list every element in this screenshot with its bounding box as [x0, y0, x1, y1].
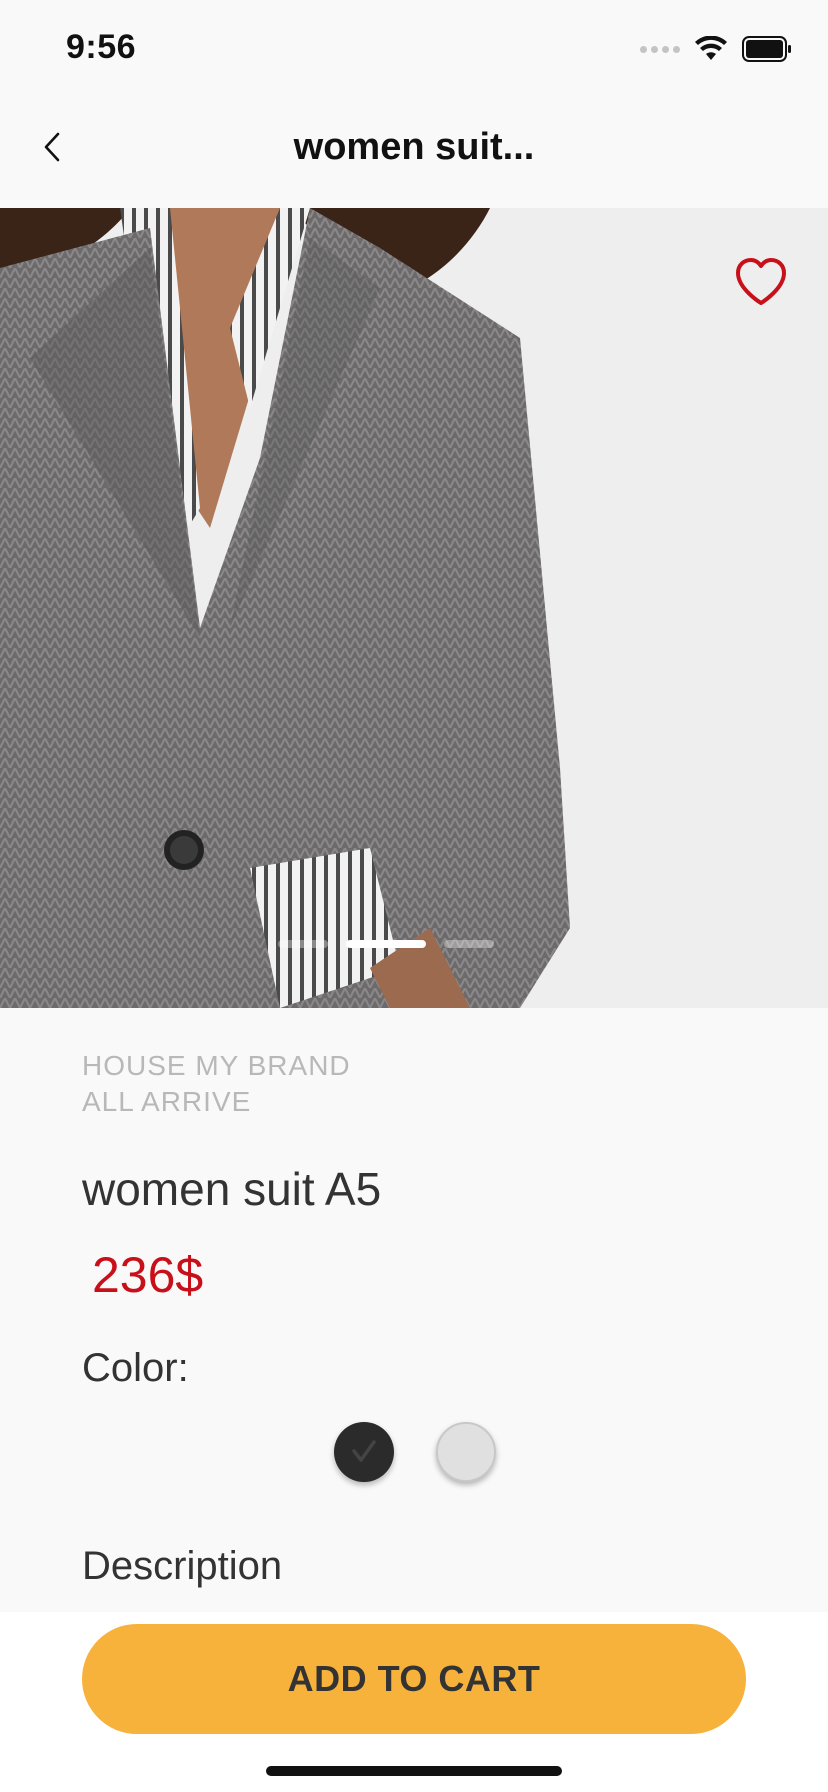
status-icons [640, 34, 792, 64]
home-indicator [266, 1766, 562, 1776]
color-swatch-light[interactable] [436, 1422, 496, 1482]
color-label: Color: [82, 1346, 189, 1390]
description-heading: Description [82, 1544, 283, 1588]
product-image-carousel[interactable] [0, 208, 828, 1008]
status-time: 9:56 [66, 28, 137, 66]
product-price: 236$ [92, 1247, 204, 1303]
brand-line-1: HOUSE MY BRAND [82, 1050, 351, 1081]
page-dot [278, 940, 328, 948]
brand-line-2: ALL ARRIVE [82, 1086, 252, 1117]
wifi-icon [695, 36, 727, 60]
page-indicator [278, 940, 494, 948]
battery-icon [742, 36, 791, 62]
color-swatches [334, 1422, 496, 1482]
heart-icon [736, 258, 786, 305]
add-to-cart-button[interactable]: ADD TO CART [82, 1624, 746, 1734]
brand-text: HOUSE MY BRAND ALL ARRIVE [82, 1048, 351, 1120]
page-title: women suit... [293, 126, 535, 168]
product-photo [0, 208, 828, 1008]
page-dot-active [346, 940, 426, 948]
page-dot [444, 940, 494, 948]
nav-bar: women suit... [0, 98, 828, 208]
signal-icon [640, 45, 680, 53]
color-swatch-dark[interactable] [334, 1422, 394, 1482]
status-bar: 9:56 [0, 0, 828, 98]
product-name: women suit A5 [82, 1163, 382, 1215]
favorite-button[interactable] [732, 254, 790, 312]
bottom-bar: ADD TO CART [0, 1612, 828, 1792]
checkmark-icon [352, 1440, 376, 1462]
